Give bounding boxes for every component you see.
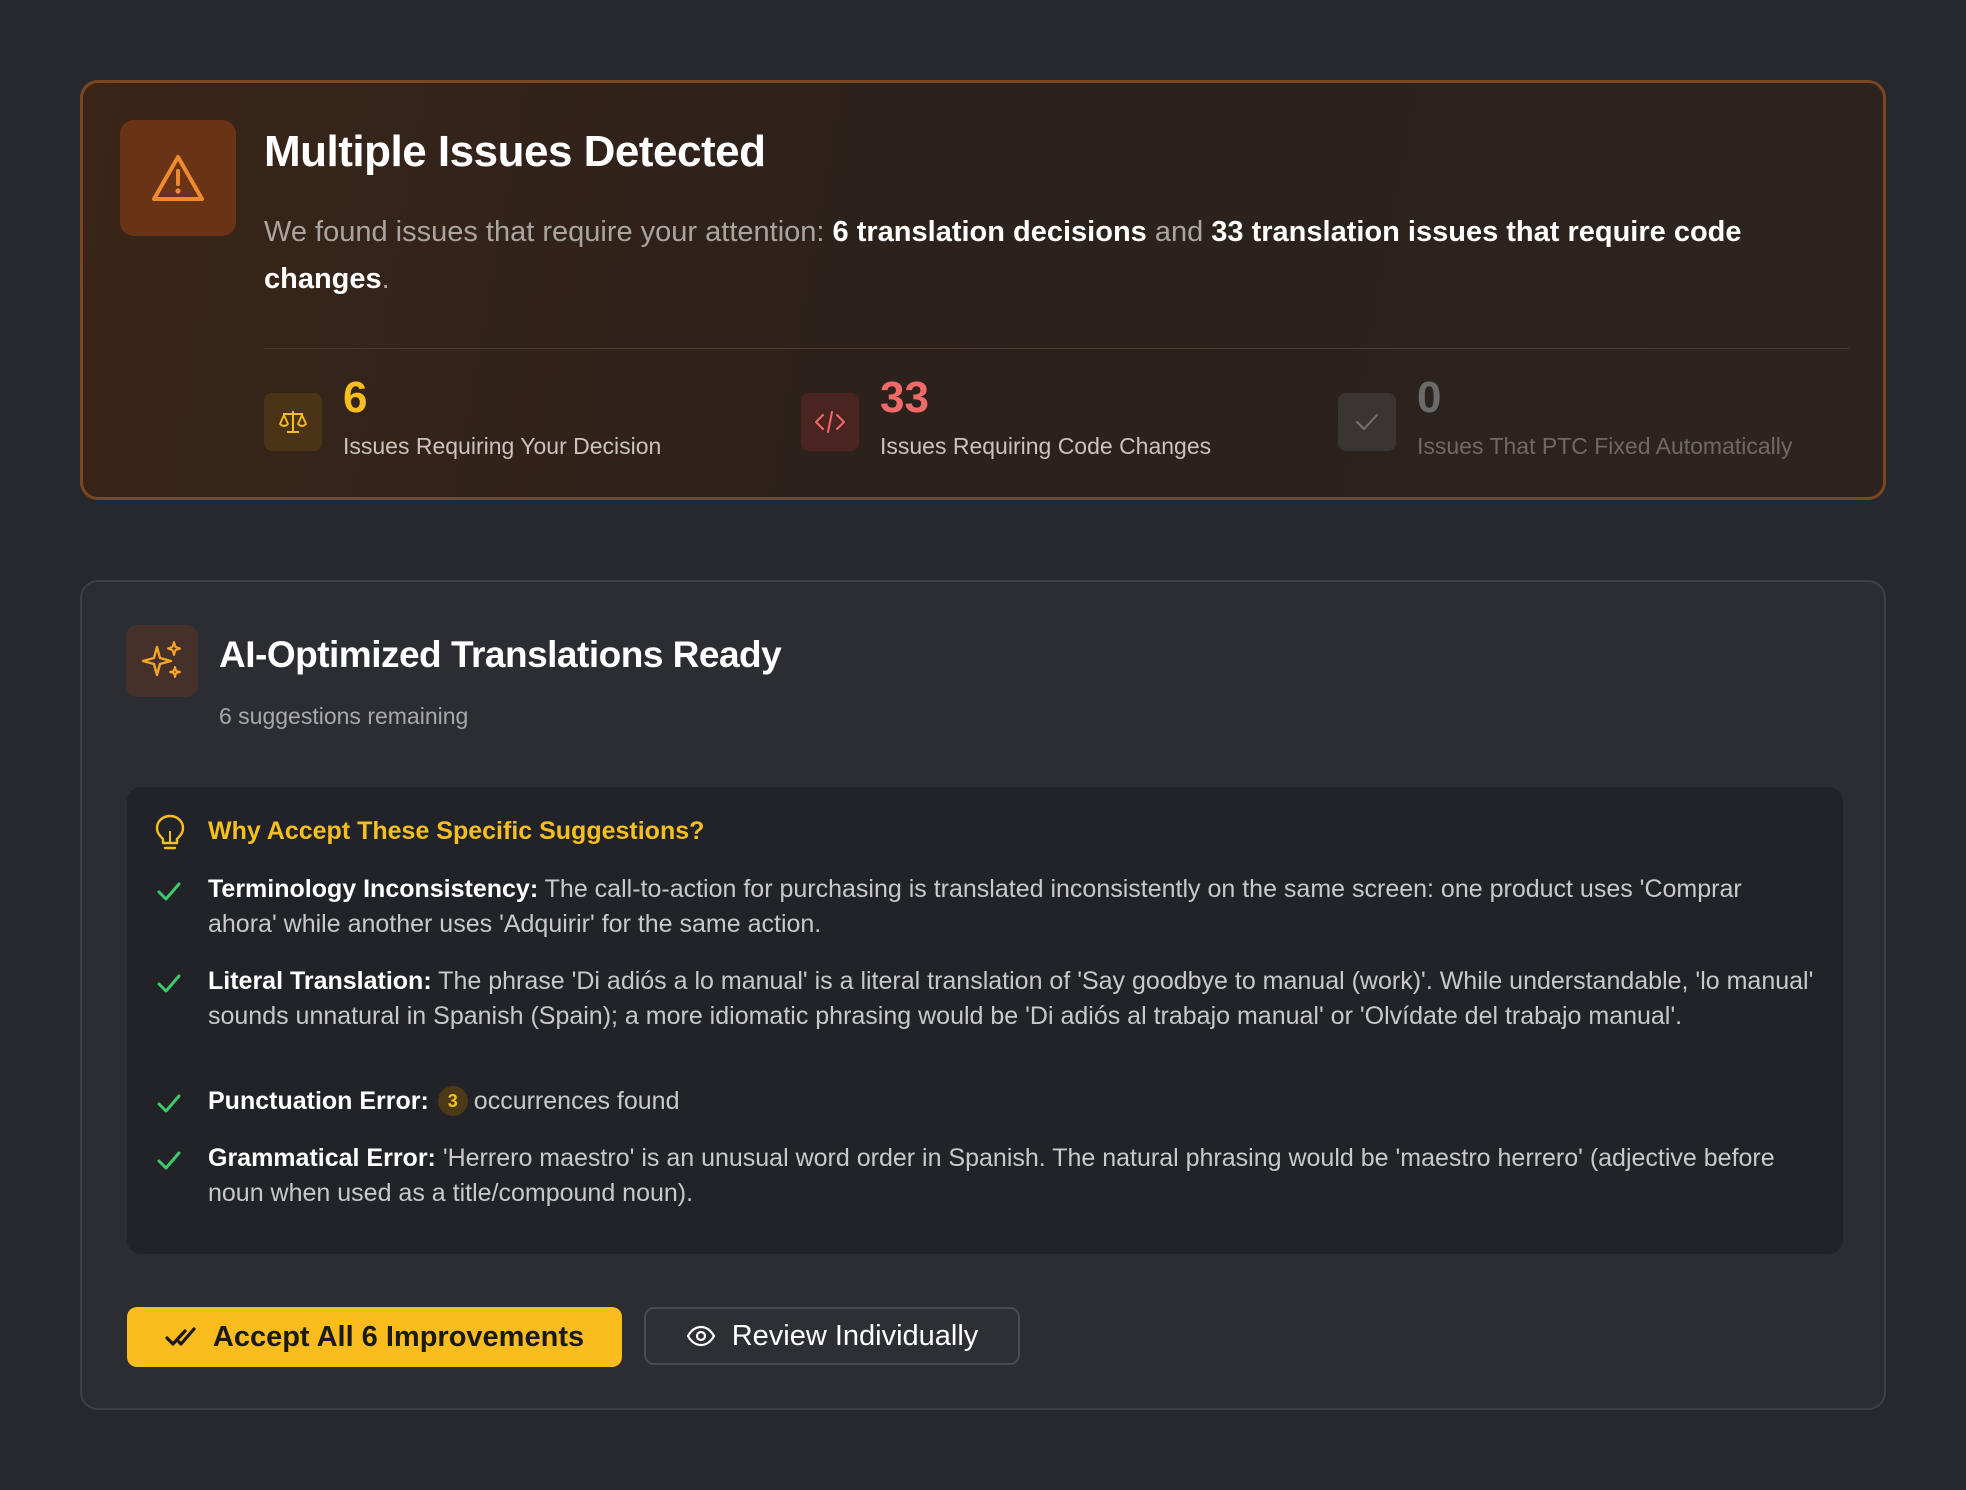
list-item: Punctuation Error: 3 occurrences found <box>155 1084 1815 1124</box>
sparkle-icon-box <box>126 625 198 697</box>
check-icon <box>1338 393 1396 451</box>
list-item: Terminology Inconsistency: The call-to-a… <box>155 872 1815 944</box>
list-item: Grammatical Error: 'Herrero maestro' is … <box>155 1141 1815 1213</box>
check-icon <box>157 1151 181 1170</box>
stat-auto-fixed: 0 Issues That PTC Fixed Automatically <box>1338 373 1858 473</box>
review-individually-button[interactable]: Review Individually <box>644 1307 1020 1365</box>
code-icon <box>801 393 859 451</box>
stat-code-changes-value: 33 <box>880 373 929 422</box>
why-accept-title: Why Accept These Specific Suggestions? <box>208 817 705 845</box>
stat-auto-fixed-value: 0 <box>1417 373 1442 422</box>
issues-description: We found issues that require your attent… <box>264 216 1742 295</box>
eye-icon <box>686 1325 715 1347</box>
occurrence-count-badge: 3 <box>437 1086 468 1116</box>
issues-title: Multiple Issues Detected <box>264 127 766 176</box>
stats-divider <box>264 348 1849 349</box>
stat-decision-label: Issues Requiring Your Decision <box>343 433 662 459</box>
double-check-icon <box>165 1327 196 1346</box>
check-icon <box>157 974 181 993</box>
stat-decision: 6 Issues Requiring Your Decision <box>264 373 764 473</box>
stat-decision-value: 6 <box>343 373 368 422</box>
sparkles-icon <box>141 641 181 678</box>
lightbulb-icon <box>155 814 185 850</box>
scale-icon <box>264 393 322 451</box>
review-individually-label: Review Individually <box>731 1319 979 1352</box>
stat-code-changes-label: Issues Requiring Code Changes <box>880 433 1212 459</box>
ai-title: AI-Optimized Translations Ready <box>219 634 782 675</box>
ai-translations-card: AI-Optimized Translations Ready 6 sugges… <box>80 580 1886 1410</box>
stat-code-changes: 33 Issues Requiring Code Changes <box>801 373 1301 473</box>
reason-text: Punctuation Error: 3 occurrences found <box>208 1086 680 1116</box>
why-accept-panel: Why Accept These Specific Suggestions? T… <box>127 787 1843 1254</box>
reason-text: Terminology Inconsistency: The call-to-a… <box>208 875 1742 938</box>
warning-icon-box <box>120 120 236 236</box>
accept-all-button[interactable]: Accept All 6 Improvements <box>127 1307 622 1367</box>
reason-text: Grammatical Error: 'Herrero maestro' is … <box>208 1144 1775 1207</box>
check-icon <box>157 882 181 901</box>
accept-all-label: Accept All 6 Improvements <box>212 1320 585 1353</box>
warning-triangle-icon <box>152 155 204 201</box>
list-item: Literal Translation: The phrase 'Di adió… <box>155 964 1815 1072</box>
reason-text: Literal Translation: The phrase 'Di adió… <box>208 967 1814 1030</box>
check-icon <box>157 1094 181 1113</box>
stat-auto-fixed-label: Issues That PTC Fixed Automatically <box>1417 433 1793 459</box>
suggestions-remaining: 6 suggestions remaining <box>219 703 469 729</box>
issues-summary-card: Multiple Issues Detected We found issues… <box>80 80 1886 500</box>
